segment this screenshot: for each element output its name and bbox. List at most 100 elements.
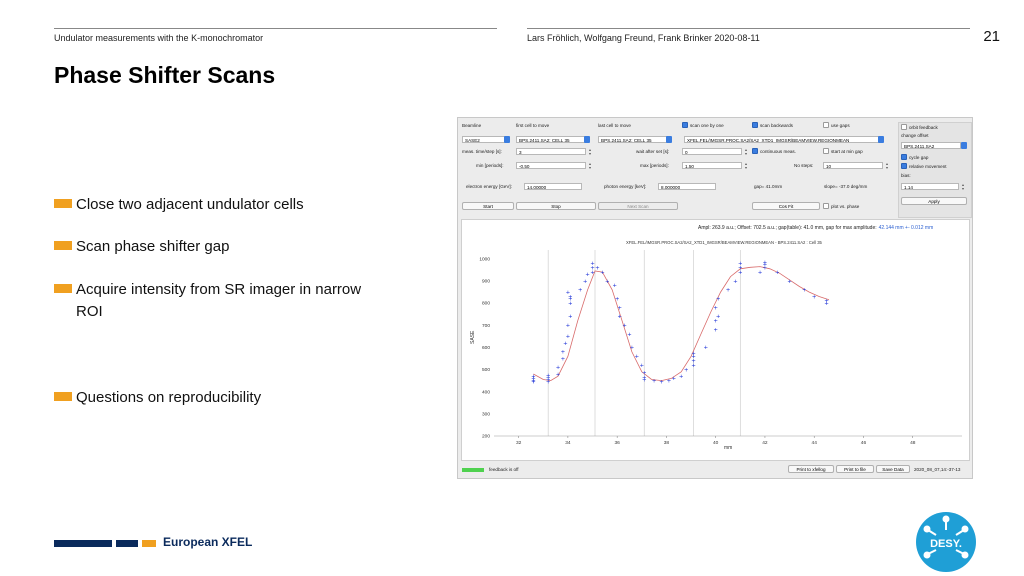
x-tick-label: 40 bbox=[713, 440, 719, 446]
start-min-gap-checkbox[interactable] bbox=[823, 148, 829, 154]
footer-bar-orange bbox=[142, 540, 156, 547]
relative-movement-checkbox[interactable] bbox=[901, 163, 907, 169]
scan-one-by-one-checkbox[interactable] bbox=[682, 122, 688, 128]
print-elog-button[interactable]: Print to xfellog bbox=[788, 465, 834, 473]
change-offset-label: change offset bbox=[901, 133, 929, 138]
stop-button[interactable]: Stop bbox=[516, 202, 596, 210]
page-number: 21 bbox=[983, 28, 1000, 45]
data-point: + bbox=[716, 314, 721, 320]
min-periods-field[interactable]: -0.50 bbox=[516, 162, 586, 169]
data-point: + bbox=[738, 261, 743, 267]
beamline-select[interactable]: SASE2 bbox=[462, 136, 506, 143]
feedback-indicator bbox=[462, 468, 484, 472]
bullet-marker bbox=[54, 284, 72, 293]
scan-backwards-checkbox[interactable] bbox=[752, 122, 758, 128]
fit-curve bbox=[533, 266, 830, 382]
relative-movement-label: relative movement bbox=[909, 164, 947, 169]
data-point: + bbox=[642, 377, 647, 383]
min-periods-stepper[interactable]: ▴ ▾ bbox=[588, 162, 592, 170]
data-point: + bbox=[531, 380, 536, 386]
bias-field[interactable]: 1.14 bbox=[901, 183, 959, 190]
data-point: + bbox=[617, 314, 622, 320]
y-tick-label: 900 bbox=[482, 279, 490, 285]
signal-dropdown-arrow[interactable] bbox=[878, 136, 884, 143]
beamline-dropdown-arrow[interactable] bbox=[504, 136, 510, 143]
last-cell-dropdown-arrow[interactable] bbox=[666, 136, 672, 143]
last-cell-label: last cell to move bbox=[598, 123, 631, 128]
data-point: + bbox=[775, 270, 780, 276]
max-periods-stepper[interactable]: ▴ ▾ bbox=[744, 162, 748, 170]
electron-energy-field[interactable]: 14.00000 bbox=[524, 183, 582, 190]
use-gaps-checkbox[interactable] bbox=[823, 122, 829, 128]
bullet-item: Scan phase shifter gap bbox=[54, 236, 414, 258]
bullet-text: Close two adjacent undulator cells bbox=[76, 196, 304, 213]
signal-select[interactable]: XFEL.FEL/IMGSR.PROC.SA2/SA2_XTD1_IMGSR/B… bbox=[684, 136, 880, 143]
data-point: + bbox=[713, 305, 718, 311]
data-point: + bbox=[568, 314, 573, 320]
print-file-button[interactable]: Print to file bbox=[836, 465, 874, 473]
data-point: + bbox=[639, 363, 644, 369]
cycle-gap-checkbox[interactable] bbox=[901, 154, 907, 160]
data-point: + bbox=[605, 279, 610, 285]
last-cell-select[interactable]: BPS.2411.SA2: CELL 35 bbox=[598, 136, 668, 143]
bullet-item: Close two adjacent undulator cells bbox=[54, 194, 414, 216]
data-point: + bbox=[561, 350, 566, 356]
fit-result: Ampl: 263.9 a.u.; Offset: 702.5 a.u.; ga… bbox=[698, 225, 933, 231]
x-tick-label: 34 bbox=[565, 440, 571, 446]
apply-button[interactable]: Apply bbox=[901, 197, 967, 205]
orbit-feedback-checkbox[interactable] bbox=[901, 124, 907, 130]
start-min-gap-label: start at min gap bbox=[831, 149, 863, 154]
start-button[interactable]: Start bbox=[462, 202, 514, 210]
offset-dropdown-arrow[interactable] bbox=[961, 142, 967, 149]
continuous-meas-checkbox[interactable] bbox=[752, 148, 758, 154]
orbit-feedback-panel: orbit feedback change offset BPS.2411.SA… bbox=[898, 122, 972, 218]
next-scan-button[interactable]: Next Scan bbox=[598, 202, 678, 210]
data-point: + bbox=[691, 351, 696, 357]
wait-after-set-stepper[interactable]: ▴ ▾ bbox=[744, 148, 748, 156]
save-data-button[interactable]: Save Data bbox=[876, 465, 910, 473]
plot-vs-phase-checkbox[interactable] bbox=[823, 203, 829, 209]
data-point: + bbox=[684, 367, 689, 373]
orbit-feedback-label: orbit feedback bbox=[909, 125, 938, 130]
scan-one-by-one-label: scan one by one bbox=[690, 123, 724, 128]
photon-energy-field[interactable]: 8.000000 bbox=[658, 183, 716, 190]
first-cell-select[interactable]: BPS.2411.SA2: CELL 35 bbox=[516, 136, 586, 143]
data-point: + bbox=[787, 279, 792, 285]
data-point: + bbox=[563, 341, 568, 347]
data-point: + bbox=[556, 372, 561, 378]
slope-readout: slope= -37.0 deg/mm bbox=[824, 184, 868, 189]
gap-readout: gap= 41.0mm bbox=[754, 184, 783, 189]
y-tick-label: 700 bbox=[482, 323, 490, 329]
data-point: + bbox=[704, 345, 709, 351]
header-rule-right bbox=[527, 28, 970, 29]
min-periods-label: min [periods]: bbox=[476, 163, 504, 168]
chart-marks: ++++ ++++ ++++++++++++ ++++++++++++++++++++… bbox=[531, 260, 829, 386]
data-point: + bbox=[733, 279, 738, 285]
timestamp: 2020_08_07,14:-37-13 bbox=[914, 467, 961, 472]
no-steps-field[interactable]: 10 bbox=[823, 162, 883, 169]
use-gaps-label: use gaps bbox=[831, 123, 850, 128]
bullet-item: Acquire intensity from SR imager in narr… bbox=[54, 279, 414, 323]
meas-time-label: meas. time/step [s]: bbox=[462, 149, 502, 154]
y-tick-label: 200 bbox=[482, 434, 490, 440]
x-tick-label: 32 bbox=[516, 440, 522, 446]
scan-controls: Beamline first cell to move last cell to… bbox=[458, 118, 894, 218]
cos-fit-button[interactable]: Cos Fit bbox=[752, 202, 820, 210]
data-point: + bbox=[617, 305, 622, 311]
bullet-marker bbox=[54, 392, 72, 401]
no-steps-stepper[interactable]: ▴ ▾ bbox=[885, 162, 889, 170]
photon-energy-label: photon energy [keV]: bbox=[604, 184, 647, 189]
chart-grid: 32 34 36 38 40 42 44 46 48 200 300 400 500 600 700 800 9… bbox=[479, 250, 962, 446]
max-periods-field[interactable]: 1.50 bbox=[682, 162, 742, 169]
data-point: + bbox=[630, 345, 635, 351]
y-tick-label: 400 bbox=[482, 389, 490, 395]
meas-time-stepper[interactable]: ▴ ▾ bbox=[588, 148, 592, 156]
offset-select[interactable]: BPS.2411.SA2 bbox=[901, 142, 961, 149]
bias-label: bias: bbox=[901, 173, 911, 178]
data-point: + bbox=[812, 294, 817, 300]
bias-stepper[interactable]: ▴ ▾ bbox=[961, 183, 965, 191]
first-cell-dropdown-arrow[interactable] bbox=[584, 136, 590, 143]
wait-after-set-field[interactable]: 0 bbox=[682, 148, 742, 155]
meas-time-field[interactable]: 3 bbox=[516, 148, 586, 155]
desy-logo: DESY. bbox=[916, 512, 976, 572]
